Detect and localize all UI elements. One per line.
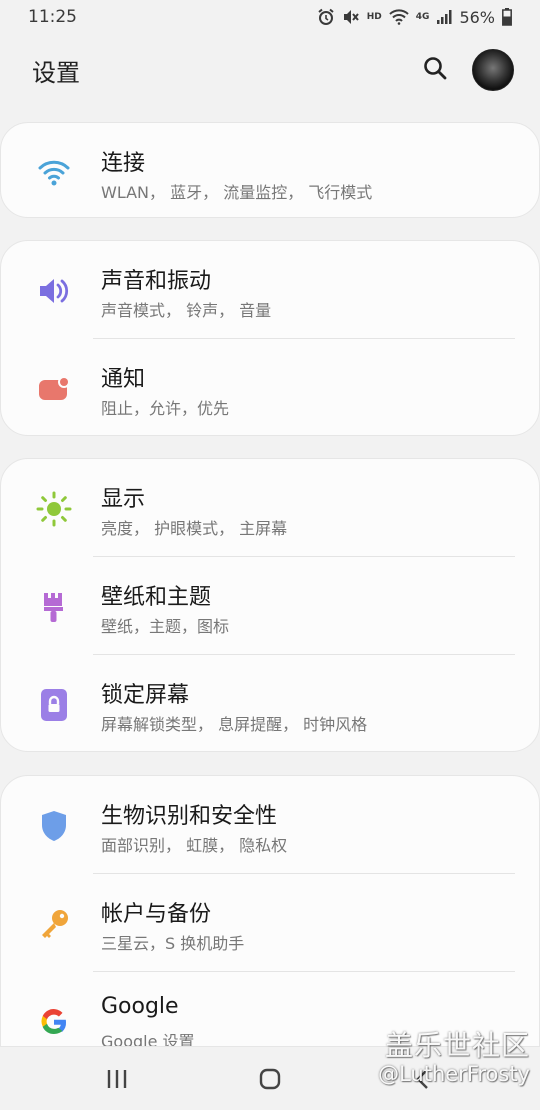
settings-item-subtitle: 亮度， 护眼模式， 主屏幕 <box>101 519 288 538</box>
settings-item-sound[interactable]: 声音和振动 声音模式， 铃声， 音量 <box>1 241 539 339</box>
mute-icon <box>342 8 360 26</box>
notification-icon <box>35 370 73 408</box>
brightness-icon <box>35 490 73 528</box>
settings-item-connections[interactable]: 连接 WLAN， 蓝牙， 流量监控， 飞行模式 <box>1 123 539 217</box>
settings-item-subtitle: 三星云，S 换机助手 <box>101 934 245 953</box>
settings-item-accounts-backup[interactable]: 帐户与备份 三星云，S 换机助手 <box>1 874 539 972</box>
settings-item-title: 壁纸和主题 <box>101 585 212 610</box>
key-icon <box>35 905 73 943</box>
settings-item-biometrics-security[interactable]: 生物识别和安全性 面部识别， 虹膜， 隐私权 <box>1 776 539 874</box>
page-title: 设置 <box>32 58 80 87</box>
wifi-status-icon <box>389 9 409 25</box>
settings-item-display[interactable]: 显示 亮度， 护眼模式， 主屏幕 <box>1 459 539 557</box>
network-type: 4G <box>415 12 430 22</box>
alarm-icon <box>317 8 335 26</box>
settings-group-security: 生物识别和安全性 面部识别， 虹膜， 隐私权 帐户与备份 三星云，S 换机助手 … <box>0 775 540 1047</box>
watermark-handle: @LutherFrosty <box>378 1062 530 1086</box>
status-time: 11:25 <box>28 7 77 27</box>
avatar[interactable] <box>472 49 514 91</box>
settings-item-title: 通知 <box>101 367 146 392</box>
battery-icon <box>502 8 512 26</box>
status-bar: 11:25 HD 4G 56% <box>0 0 540 34</box>
settings-group-connections: 连接 WLAN， 蓝牙， 流量监控， 飞行模式 <box>0 122 540 218</box>
settings-item-wallpaper-themes[interactable]: 壁纸和主题 壁纸，主题，图标 <box>1 557 539 655</box>
settings-item-subtitle: 阻止，允许，优先 <box>101 399 230 418</box>
settings-item-title: 连接 <box>101 151 146 176</box>
settings-item-subtitle: 面部识别， 虹膜， 隐私权 <box>101 836 288 855</box>
header-actions <box>422 49 514 91</box>
lock-icon <box>35 686 73 724</box>
watermark-title: 盖乐世社区 <box>384 1029 530 1062</box>
signal-icon <box>436 9 452 25</box>
volume-icon <box>35 272 73 310</box>
shield-icon <box>35 807 73 845</box>
settings-item-subtitle: 声音模式， 铃声， 音量 <box>101 301 272 320</box>
hd-badge: HD <box>366 12 382 22</box>
settings-item-notifications[interactable]: 通知 阻止，允许，优先 <box>1 339 539 435</box>
wifi-icon <box>35 154 73 192</box>
settings-item-subtitle: Google 设置 <box>101 1032 195 1047</box>
app-header: 设置 <box>0 40 540 100</box>
settings-item-title: 帐户与备份 <box>101 902 212 927</box>
battery-percent: 56% <box>459 7 495 27</box>
settings-item-title: 锁定屏幕 <box>101 683 190 708</box>
settings-item-title: Google <box>101 994 179 1019</box>
settings-item-title: 声音和振动 <box>101 269 212 294</box>
settings-item-subtitle: WLAN， 蓝牙， 流量监控， 飞行模式 <box>101 183 373 202</box>
settings-group-sound: 声音和振动 声音模式， 铃声， 音量 通知 阻止，允许，优先 <box>0 240 540 436</box>
settings-item-subtitle: 屏幕解锁类型， 息屏提醒， 时钟风格 <box>101 715 368 734</box>
google-icon <box>35 1003 73 1041</box>
recent-apps-icon[interactable] <box>87 1059 147 1099</box>
search-icon[interactable] <box>422 55 448 85</box>
settings-item-title: 显示 <box>101 487 146 512</box>
settings-item-title: 生物识别和安全性 <box>101 804 278 829</box>
paintbrush-icon <box>35 588 73 626</box>
status-icons: HD 4G 56% <box>317 8 512 27</box>
settings-item-subtitle: 壁纸，主题，图标 <box>101 617 230 636</box>
settings-item-lock-screen[interactable]: 锁定屏幕 屏幕解锁类型， 息屏提醒， 时钟风格 <box>1 655 539 751</box>
settings-group-display: 显示 亮度， 护眼模式， 主屏幕 壁纸和主题 壁纸，主题，图标 锁定屏幕 屏幕解… <box>0 458 540 752</box>
home-icon[interactable] <box>240 1059 300 1099</box>
